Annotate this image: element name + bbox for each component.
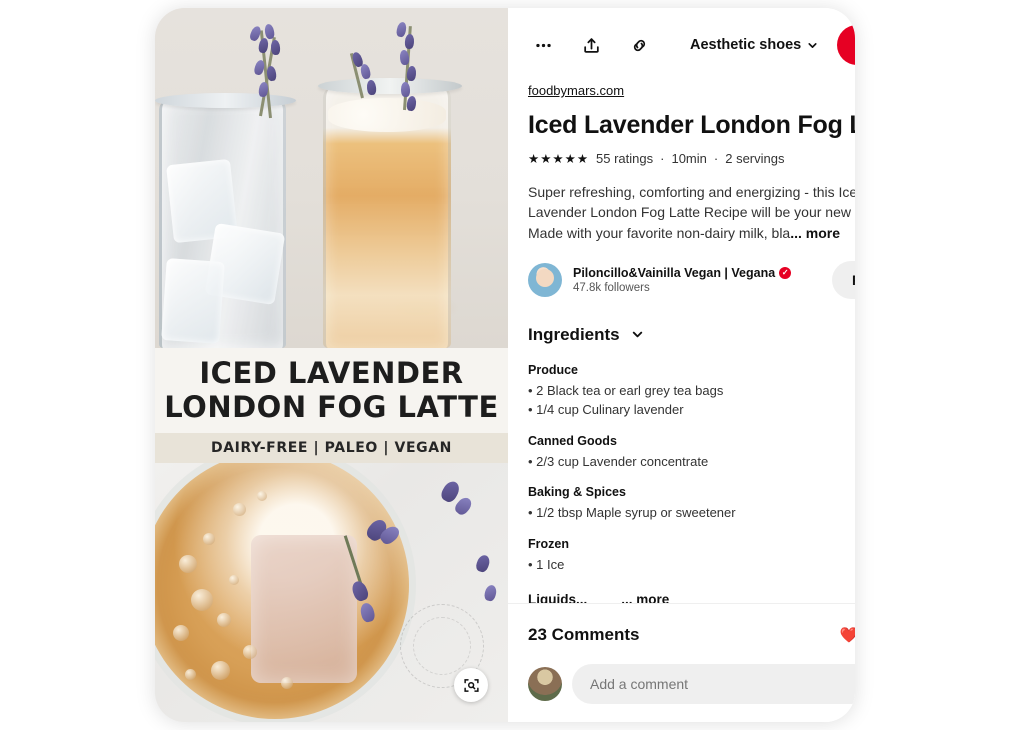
lavender-bud: [400, 81, 411, 98]
image-title-overlay: ICED LAVENDER LONDON FOG LATTE: [155, 348, 508, 433]
star-rating: ★★★★★: [528, 152, 590, 166]
meta-dot-2: ·: [713, 151, 719, 166]
source-website-link[interactable]: foodbymars.com: [528, 83, 624, 98]
ingredient-group-title: Frozen: [528, 536, 569, 551]
foam-bubble: [179, 555, 197, 573]
follow-button[interactable]: Follow: [831, 260, 855, 299]
overlay-title-line-2: LONDON FOG LATTE: [164, 389, 499, 424]
foam-bubble: [233, 503, 246, 516]
ingredient-group: Frozen • 1 Ice: [528, 537, 855, 575]
more-options-button[interactable]: [528, 30, 558, 60]
pin-photo-bottom: [155, 463, 508, 722]
heart-reaction-icon: ❤️: [839, 627, 855, 644]
visual-search-icon: [463, 678, 479, 692]
ingredient-group: Produce • 2 Black tea or earl grey tea b…: [528, 363, 855, 420]
avatar[interactable]: [528, 262, 562, 297]
cook-time: 10min: [671, 151, 707, 166]
overlay-title-line-1: ICED LAVENDER: [199, 356, 464, 391]
foam-bubble: [173, 625, 189, 641]
pin-action-bar: Aesthetic shoes Save: [508, 8, 855, 82]
pin-detail-scroll-area[interactable]: foodbymars.com Iced Lavender London Fog …: [508, 82, 855, 603]
link-chain-icon: [633, 39, 645, 51]
comment-input[interactable]: [590, 676, 855, 692]
ingredient-group: Baking & Spices • 1/2 tbsp Maple syrup o…: [528, 485, 855, 523]
ingredients-more-link[interactable]: ... more: [621, 592, 669, 603]
ingredient-group-title: Baking & Spices: [528, 485, 626, 500]
reaction-group: ❤️ 1: [840, 618, 855, 652]
description-more-link[interactable]: ... more: [790, 225, 840, 241]
lavender-bud: [483, 583, 498, 603]
foam-bubble: [203, 533, 215, 545]
board-selector-label: Aesthetic shoes: [690, 37, 802, 53]
ingredient-item: • 1/2 tbsp Maple syrup or sweetener: [528, 505, 736, 521]
pin-photo-top: [155, 8, 508, 348]
ingredient-group-title-truncated: Liquids...: [528, 592, 588, 603]
lavender-bud: [263, 23, 276, 40]
foam-bubble: [185, 669, 196, 680]
creator-name: Piloncillo&Vainilla Vegan | Vegana: [573, 265, 776, 280]
comments-count: 23 Comments: [528, 625, 640, 644]
foam-bubble: [243, 645, 257, 659]
pin-image-column[interactable]: ICED LAVENDER LONDON FOG LATTE DAIRY-FRE…: [155, 8, 508, 722]
comment-composer: 😃: [528, 664, 855, 704]
ellipsis-icon: [535, 43, 551, 47]
lavender-bud: [270, 39, 281, 56]
comments-footer: 23 Comments ❤️ 1 😃: [508, 603, 855, 722]
glass-jar-with-latte: [318, 78, 462, 348]
ingredients-section-header[interactable]: Ingredients: [528, 325, 855, 345]
image-subtitle-overlay: DAIRY-FREE | PALEO | VEGAN: [155, 433, 508, 463]
visual-search-button[interactable]: [454, 668, 488, 702]
copy-link-button[interactable]: [624, 30, 654, 60]
chevron-down-icon: [632, 332, 642, 338]
milk-foam: [328, 98, 446, 132]
follower-count: 47.8k followers: [573, 281, 650, 294]
ingredient-group-title: Produce: [528, 362, 579, 377]
foam-bubble: [217, 613, 231, 627]
lavender-bud: [266, 65, 277, 82]
overlay-subtitle: DAIRY-FREE | PALEO | VEGAN: [210, 440, 452, 456]
reaction-summary[interactable]: ❤️ 1: [840, 626, 855, 644]
meta-dot-1: ·: [660, 151, 665, 166]
creator-info: Piloncillo&Vainilla Vegan | Vegana ✓ 47.…: [573, 266, 821, 294]
ingredient-item: • 2/3 cup Lavender concentrate: [528, 453, 709, 469]
save-button[interactable]: Save: [837, 25, 855, 65]
servings: 2 servings: [725, 151, 785, 166]
lavender-bud: [404, 33, 415, 50]
glass-jar-with-ice: [155, 93, 296, 348]
foam-bubble: [281, 677, 293, 689]
ingredient-item: • 1 Ice: [528, 556, 565, 572]
share-button[interactable]: [576, 30, 606, 60]
foam-bubble: [191, 589, 213, 611]
ingredient-item: • 1/4 cup Culinary lavender: [528, 402, 684, 418]
foam-bubble: [229, 575, 239, 585]
lavender-bud: [257, 37, 270, 54]
foam-bubble: [257, 491, 267, 501]
share-upload-icon: [583, 37, 599, 53]
current-user-avatar[interactable]: [528, 667, 562, 701]
foam-bubble: [211, 661, 230, 680]
verified-badge-icon: ✓: [779, 266, 792, 279]
board-selector[interactable]: Aesthetic shoes: [690, 37, 819, 53]
recipe-meta: ★★★★★ 55 ratings · 10min · 2 servings: [528, 151, 855, 166]
rating-count: 55 ratings: [596, 151, 654, 166]
creator-row: Piloncillo&Vainilla Vegan | Vegana ✓ 47.…: [528, 260, 855, 299]
pin-description: Super refreshing, comforting and energiz…: [528, 182, 855, 243]
lavender-bud: [452, 494, 475, 518]
ingredient-item: • 2 Black tea or earl grey tea bags: [528, 382, 724, 398]
ingredient-group-title: Canned Goods: [528, 433, 617, 448]
page-title: Iced Lavender London Fog Latte: [528, 111, 855, 139]
lavender-bud: [474, 553, 492, 574]
creator-name-row[interactable]: Piloncillo&Vainilla Vegan | Vegana ✓: [573, 266, 821, 280]
pin-closeup-card: ICED LAVENDER LONDON FOG LATTE DAIRY-FRE…: [155, 8, 855, 722]
lavender-bud: [359, 63, 372, 80]
comments-footer-top: 23 Comments ❤️ 1: [528, 618, 855, 652]
chevron-down-icon: [808, 42, 817, 48]
comment-input-wrapper[interactable]: 😃: [572, 664, 855, 704]
ice-cube: [161, 258, 225, 344]
ingredients-heading: Ingredients: [528, 324, 620, 344]
pin-detail-column: Aesthetic shoes Save foodbymars.com Iced…: [508, 8, 855, 722]
ingredients-truncated-row: Liquids... ... more: [528, 592, 855, 603]
ingredient-group: Canned Goods • 2/3 cup Lavender concentr…: [528, 434, 855, 472]
large-ice-cube: [251, 535, 357, 683]
